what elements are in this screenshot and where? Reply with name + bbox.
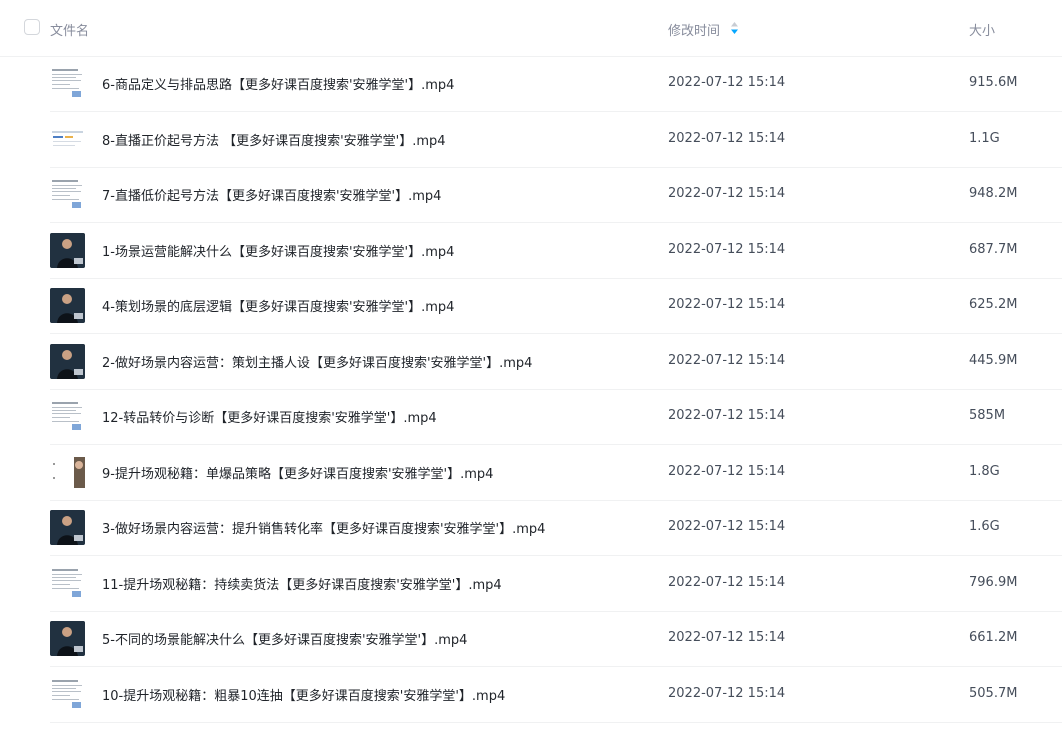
- file-size: 585M: [969, 408, 1006, 423]
- file-modified-time: 2022-07-12 15:14: [668, 352, 786, 368]
- file-name[interactable]: 1-场景运营能解决什么【更多好课百度搜索'安雅学堂'】.mp4: [102, 241, 454, 260]
- file-size: 661.2M: [969, 630, 1018, 645]
- video-thumbnail[interactable]: [50, 343, 85, 379]
- column-header-name[interactable]: 文件名: [50, 20, 89, 39]
- file-modified-time: 2022-07-12 15:14: [668, 130, 786, 146]
- column-header-size[interactable]: 大小: [969, 20, 995, 39]
- file-row[interactable]: 11-提升场观秘籍：持续卖货法【更多好课百度搜索'安雅学堂'】.mp4 2022-…: [50, 556, 1062, 612]
- file-row[interactable]: 1-场景运营能解决什么【更多好课百度搜索'安雅学堂'】.mp4 2022-07-1…: [50, 223, 1062, 279]
- file-row[interactable]: 9-提升场观秘籍：单爆品策略【更多好课百度搜索'安雅学堂'】.mp4 2022-0…: [50, 445, 1062, 501]
- file-modified-time: 2022-07-12 15:14: [668, 186, 786, 201]
- video-thumbnail[interactable]: [50, 454, 85, 490]
- file-size: 948.2M: [969, 186, 1018, 201]
- file-row[interactable]: 10-提升场观秘籍：粗暴10连抽【更多好课百度搜索'安雅学堂'】.mp4 2022…: [50, 667, 1062, 723]
- file-name[interactable]: 12-转品转价与诊断【更多好课百度搜索'安雅学堂'】.mp4: [102, 407, 437, 426]
- video-thumbnail[interactable]: [50, 66, 85, 101]
- file-list-header: 文件名 修改时间 大小: [0, 0, 1062, 57]
- video-thumbnail[interactable]: [50, 288, 85, 323]
- column-header-modified-time[interactable]: 修改时间: [668, 20, 720, 39]
- file-row[interactable]: 5-不同的场景能解决什么【更多好课百度搜索'安雅学堂'】.mp4 2022-07-…: [50, 611, 1062, 667]
- file-name[interactable]: 10-提升场观秘籍：粗暴10连抽【更多好课百度搜索'安雅学堂'】.mp4: [102, 685, 505, 704]
- file-name[interactable]: 11-提升场观秘籍：持续卖货法【更多好课百度搜索'安雅学堂'】.mp4: [102, 574, 502, 593]
- file-modified-time: 2022-07-12 15:14: [668, 75, 786, 90]
- file-modified-time: 2022-07-12 15:14: [668, 630, 786, 645]
- file-modified-time: 2022-07-12 15:14: [668, 463, 786, 479]
- file-size: 796.9M: [969, 574, 1018, 590]
- file-name[interactable]: 3-做好场景内容运营：提升销售转化率【更多好课百度搜索'安雅学堂'】.mp4: [102, 518, 545, 537]
- select-all-checkbox[interactable]: [24, 19, 40, 35]
- file-modified-time: 2022-07-12 15:14: [668, 241, 786, 257]
- file-row[interactable]: 8-直播正价起号方法 【更多好课百度搜索'安雅学堂'】.mp4 2022-07-1…: [50, 112, 1062, 168]
- file-name[interactable]: 6-商品定义与排品思路【更多好课百度搜索'安雅学堂'】.mp4: [102, 74, 454, 93]
- file-row[interactable]: 3-做好场景内容运营：提升销售转化率【更多好课百度搜索'安雅学堂'】.mp4 20…: [50, 500, 1062, 556]
- file-size: 915.6M: [969, 75, 1018, 90]
- file-row[interactable]: 12-转品转价与诊断【更多好课百度搜索'安雅学堂'】.mp4 2022-07-12…: [50, 389, 1062, 445]
- file-modified-time: 2022-07-12 15:14: [668, 574, 786, 590]
- video-thumbnail[interactable]: [50, 621, 85, 656]
- file-row[interactable]: 7-直播低价起号方法【更多好课百度搜索'安雅学堂'】.mp4 2022-07-12…: [50, 167, 1062, 223]
- file-name[interactable]: 7-直播低价起号方法【更多好课百度搜索'安雅学堂'】.mp4: [102, 185, 441, 204]
- file-name[interactable]: 4-策划场景的底层逻辑【更多好课百度搜索'安雅学堂'】.mp4: [102, 296, 454, 315]
- file-size: 625.2M: [969, 297, 1018, 312]
- file-size: 1.1G: [969, 130, 1000, 146]
- file-row[interactable]: 4-策划场景的底层逻辑【更多好课百度搜索'安雅学堂'】.mp4 2022-07-1…: [50, 278, 1062, 334]
- file-size: 505.7M: [969, 685, 1018, 701]
- file-modified-time: 2022-07-12 15:14: [668, 519, 786, 534]
- video-thumbnail[interactable]: [50, 232, 85, 268]
- file-modified-time: 2022-07-12 15:14: [668, 408, 786, 423]
- file-modified-time: 2022-07-12 15:14: [668, 685, 786, 701]
- file-modified-time: 2022-07-12 15:14: [668, 297, 786, 312]
- file-row[interactable]: 6-商品定义与排品思路【更多好课百度搜索'安雅学堂'】.mp4 2022-07-1…: [50, 56, 1062, 112]
- video-thumbnail[interactable]: [50, 565, 85, 601]
- video-thumbnail[interactable]: [50, 676, 85, 712]
- file-size: 445.9M: [969, 352, 1018, 368]
- file-name[interactable]: 8-直播正价起号方法 【更多好课百度搜索'安雅学堂'】.mp4: [102, 130, 446, 149]
- video-thumbnail[interactable]: [50, 510, 85, 545]
- video-thumbnail[interactable]: [50, 121, 85, 157]
- file-size: 1.6G: [969, 519, 1000, 534]
- file-size: 1.8G: [969, 463, 1000, 479]
- file-name[interactable]: 5-不同的场景能解决什么【更多好课百度搜索'安雅学堂'】.mp4: [102, 629, 467, 648]
- video-thumbnail[interactable]: [50, 177, 85, 212]
- file-name[interactable]: 2-做好场景内容运营：策划主播人设【更多好课百度搜索'安雅学堂'】.mp4: [102, 352, 532, 371]
- sort-icon[interactable]: [730, 20, 739, 34]
- video-thumbnail[interactable]: [50, 399, 85, 434]
- file-row[interactable]: 2-做好场景内容运营：策划主播人设【更多好课百度搜索'安雅学堂'】.mp4 202…: [50, 334, 1062, 390]
- file-name[interactable]: 9-提升场观秘籍：单爆品策略【更多好课百度搜索'安雅学堂'】.mp4: [102, 463, 493, 482]
- file-size: 687.7M: [969, 241, 1018, 257]
